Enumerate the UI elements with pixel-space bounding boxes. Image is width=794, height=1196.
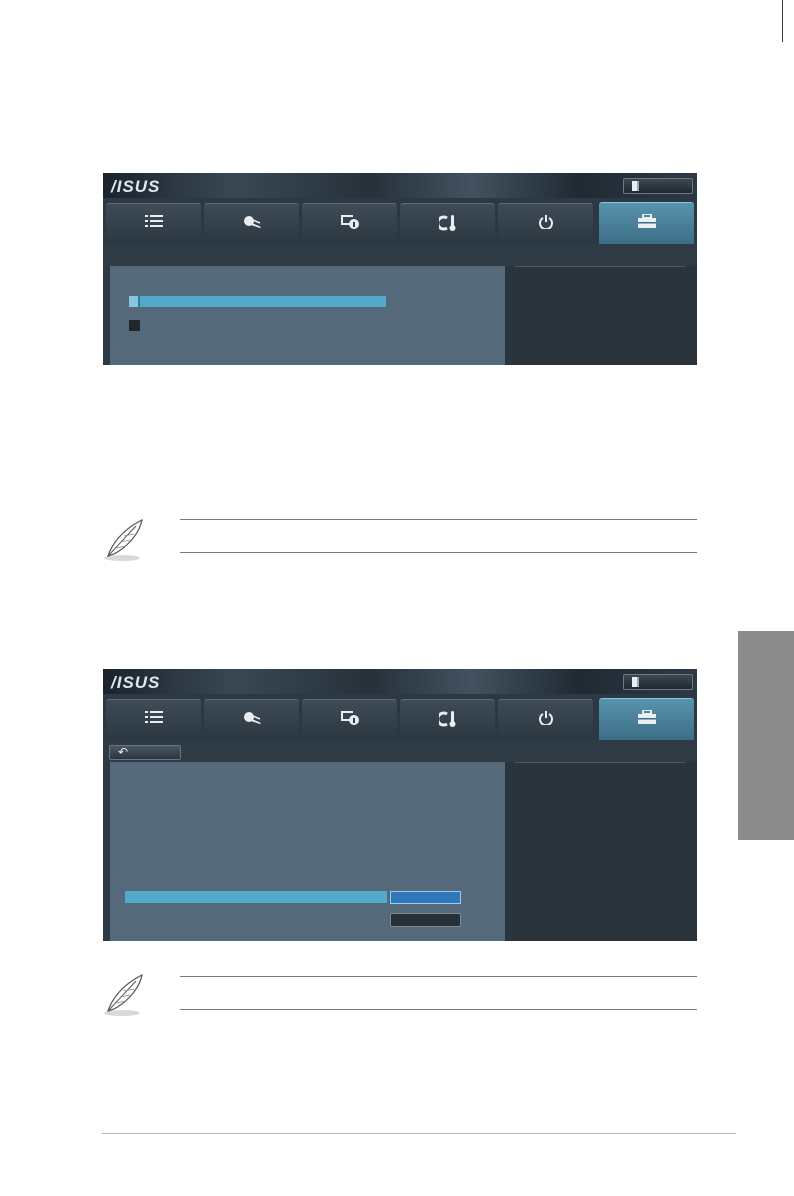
bios-title-bar: /ISUS — [103, 669, 697, 694]
menu-item-icon[interactable] — [129, 320, 140, 331]
selected-menu-item[interactable] — [125, 891, 387, 903]
note-top-rule — [180, 519, 697, 520]
tab-tool[interactable] — [599, 698, 694, 740]
note-top-rule — [180, 976, 697, 977]
bios-menu-tabs — [103, 202, 697, 244]
help-panel — [505, 266, 697, 365]
ai-tweaker-icon — [242, 711, 262, 725]
bios-screenshot-tool-menu: /ISUS — [103, 173, 697, 365]
tab-advanced[interactable] — [302, 699, 397, 739]
tab-boot[interactable] — [498, 699, 593, 739]
crop-mark — [782, 0, 783, 42]
exit-button[interactable] — [623, 178, 693, 194]
bios-menu-tabs — [103, 698, 697, 740]
tab-monitor[interactable] — [400, 699, 495, 739]
selected-value-button[interactable] — [390, 891, 461, 904]
tab-main[interactable] — [106, 203, 201, 243]
exit-button[interactable] — [623, 674, 693, 690]
asus-logo: /ISUS — [111, 177, 161, 196]
selected-item-icon — [129, 296, 140, 307]
tab-monitor[interactable] — [400, 203, 495, 243]
feather-note-icon — [104, 518, 143, 561]
temperature-fan-icon — [438, 215, 457, 231]
tab-main[interactable] — [106, 699, 201, 739]
tab-advanced[interactable] — [302, 203, 397, 243]
chapter-side-tab — [738, 631, 794, 840]
toolbox-icon — [637, 214, 656, 228]
help-divider — [515, 266, 685, 267]
footer-rule — [102, 1133, 736, 1134]
settings-panel — [110, 266, 505, 365]
manual-page: /ISUS /ISUS ↶ — [0, 0, 794, 1196]
tab-tool[interactable] — [599, 202, 694, 244]
note-bottom-rule — [180, 1009, 697, 1010]
help-divider — [515, 762, 685, 763]
selected-menu-item[interactable] — [129, 296, 386, 307]
breadcrumb-bar: ↶ — [103, 740, 697, 762]
monitor-info-icon — [340, 215, 359, 229]
exit-door-icon — [632, 181, 639, 191]
ai-tweaker-icon — [242, 215, 262, 229]
bios-title-bar: /ISUS — [103, 173, 697, 198]
help-panel — [505, 762, 697, 941]
tab-ai-tweaker[interactable] — [204, 699, 299, 739]
exit-door-icon — [632, 677, 639, 687]
list-icon — [144, 215, 163, 227]
breadcrumb-bar — [103, 244, 697, 266]
toolbox-icon — [637, 710, 656, 724]
power-icon — [538, 711, 553, 725]
temperature-fan-icon — [438, 711, 457, 727]
list-icon — [144, 711, 163, 723]
note-bottom-rule — [180, 552, 697, 553]
back-button[interactable]: ↶ — [109, 745, 181, 760]
tab-boot[interactable] — [498, 203, 593, 243]
value-button[interactable] — [390, 913, 461, 927]
feather-note-icon — [104, 973, 143, 1016]
bios-screenshot-secure-erase: /ISUS ↶ — [103, 669, 697, 941]
power-icon — [538, 215, 553, 229]
back-arrow-icon: ↶ — [118, 745, 129, 759]
monitor-info-icon — [340, 711, 359, 725]
asus-logo: /ISUS — [111, 673, 161, 692]
tab-ai-tweaker[interactable] — [204, 203, 299, 243]
